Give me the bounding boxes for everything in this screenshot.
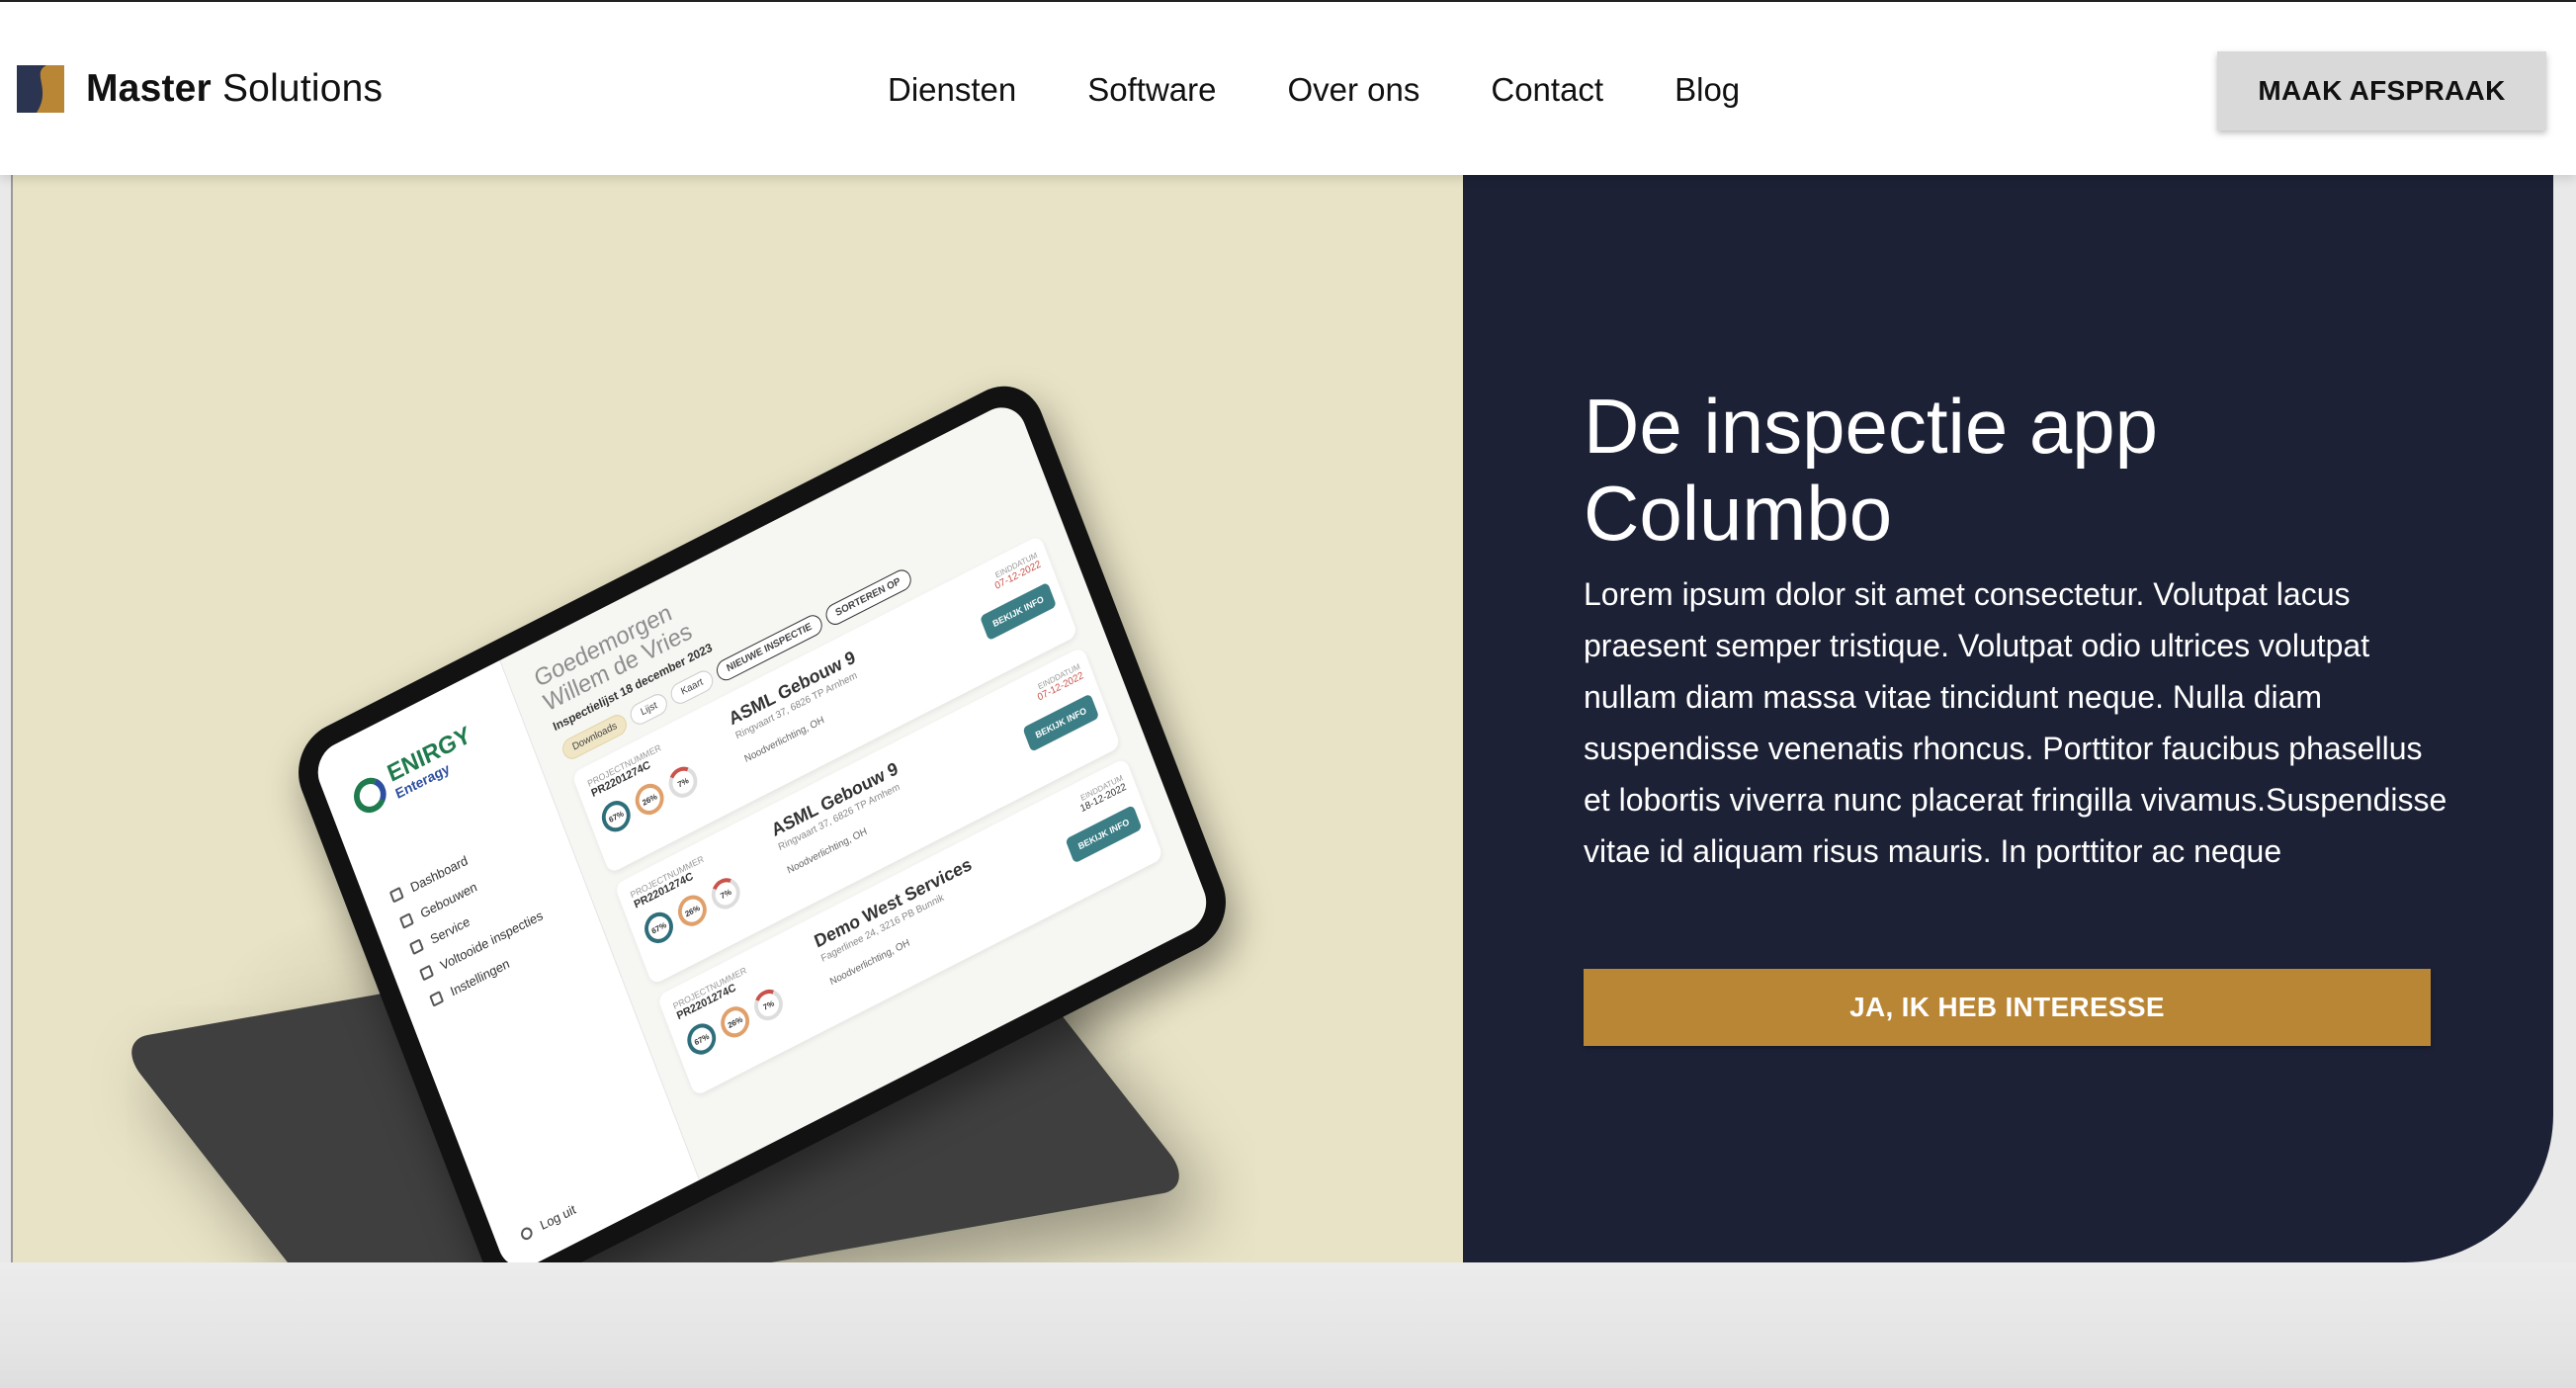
- main-nav: Diensten Software Over ons Contact Blog: [888, 71, 1811, 109]
- page-bottom-area: [0, 1262, 2576, 1388]
- hero-image: ENIRGY Enteragy Dashboard Gebouwen Servi…: [13, 175, 1463, 1262]
- app-gauge: 7%: [707, 872, 745, 914]
- hero-title-line1: De inspectie app: [1584, 383, 2159, 470]
- logout-icon: [519, 1224, 535, 1242]
- app-gauge: 7%: [749, 984, 788, 1026]
- dashboard-icon: [388, 886, 404, 904]
- hero-title: De inspectie app Columbo: [1584, 383, 2158, 557]
- app-logout: Log uit: [519, 1201, 578, 1243]
- logo-mark-icon: [17, 65, 64, 113]
- app-gauge: 67%: [597, 795, 636, 837]
- site-header: Master Solutions Diensten Software Over …: [0, 2, 2576, 175]
- logo-text-bold: Master: [86, 67, 212, 110]
- checklist-icon: [419, 964, 435, 982]
- app-chip: Kaart: [667, 666, 717, 708]
- app-gauge: 67%: [640, 907, 678, 949]
- app-gauge: 67%: [683, 1018, 721, 1060]
- settings-icon: [429, 990, 445, 1007]
- app-gauge: 26%: [673, 890, 712, 932]
- nav-item-software[interactable]: Software: [1087, 71, 1216, 109]
- app-gauge: 26%: [716, 1000, 754, 1043]
- logo-text: Master Solutions: [86, 67, 383, 111]
- logo-text-rest: Solutions: [221, 67, 384, 110]
- nav-item-diensten[interactable]: Diensten: [888, 71, 1016, 109]
- app-chip: Lijst: [628, 690, 671, 729]
- hero-title-line2: Columbo: [1584, 470, 1893, 557]
- site-logo[interactable]: Master Solutions: [17, 65, 383, 113]
- service-icon: [408, 938, 424, 956]
- app-gauge: 26%: [631, 778, 668, 821]
- app-gauge: 7%: [664, 761, 702, 804]
- app-menu: Dashboard Gebouwen Service Voltooide ins…: [386, 824, 557, 1015]
- app-brand-logo-icon: [348, 771, 391, 819]
- app-logout-label: Log uit: [538, 1201, 578, 1234]
- building-icon: [398, 912, 414, 929]
- hero-text-panel: De inspectie app Columbo Lorem ipsum dol…: [1463, 175, 2553, 1262]
- interest-button[interactable]: JA, IK HEB INTERESSE: [1584, 969, 2431, 1046]
- app-brand: ENIRGY Enteragy: [348, 722, 479, 821]
- nav-item-over-ons[interactable]: Over ons: [1287, 71, 1419, 109]
- nav-item-blog[interactable]: Blog: [1674, 71, 1740, 109]
- nav-item-contact[interactable]: Contact: [1491, 71, 1603, 109]
- hero-body-text: Lorem ipsum dolor sit amet consectetur. …: [1584, 576, 2447, 869]
- make-appointment-button[interactable]: MAAK AFSPRAAK: [2217, 51, 2546, 130]
